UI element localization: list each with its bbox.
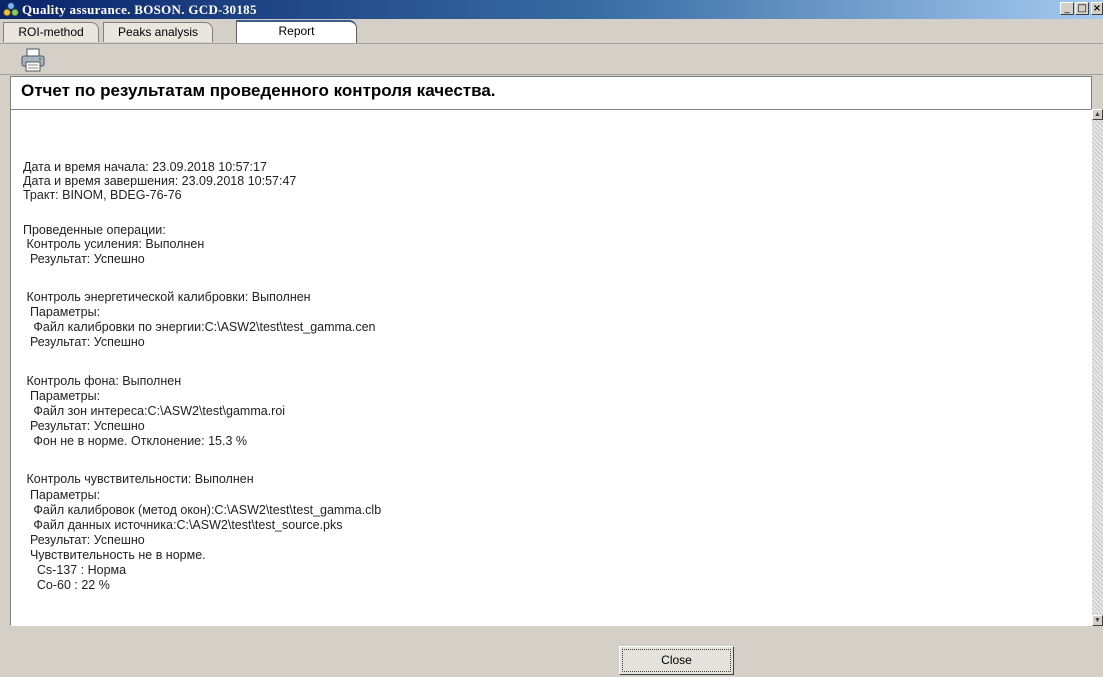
report-line-energy-file: Файл калибровки по энергии:C:\ASW2\test\… (23, 320, 376, 334)
tab-peaks-analysis[interactable]: Peaks analysis (103, 22, 213, 42)
report-view[interactable]: Дата и время начала: 23.09.2018 10:57:17… (10, 109, 1092, 626)
close-button[interactable]: Close (619, 646, 734, 675)
report-line-sensitivity-result: Результат: Успешно (23, 533, 145, 547)
scroll-down-icon[interactable]: ▼ (1092, 615, 1103, 626)
report-line-background-file: Файл зон интереса:C:\ASW2\test\gamma.roi (23, 404, 286, 418)
report-line-sensitivity-check: Контроль чувствительности: Выполнен (23, 472, 254, 486)
title-bar[interactable]: Quality assurance. BOSON. GCD-30185 _ □ … (0, 0, 1103, 19)
report-line-sensitivity-clb-file: Файл калибровок (метод окон):C:\ASW2\tes… (23, 503, 382, 517)
report-line-sensitivity-note: Чувствительность не в норме. (23, 548, 206, 562)
report-line-gain-check: Контроль усиления: Выполнен (23, 237, 205, 251)
toolbar (0, 44, 1103, 75)
scroll-up-icon[interactable]: ▲ (1092, 109, 1103, 120)
tab-report[interactable]: Report (236, 20, 357, 43)
report-line-background-deviation: Фон не в норме. Отклонение: 15.3 % (23, 434, 247, 448)
report-line-background-result: Результат: Успешно (23, 419, 145, 433)
report-line-sensitivity-params: Параметры: (23, 488, 101, 502)
app-icon (3, 2, 19, 17)
printer-icon[interactable] (20, 48, 46, 72)
window-title: Quality assurance. BOSON. GCD-30185 (22, 2, 257, 17)
footer: Close (0, 627, 1103, 677)
report-line-background-params: Параметры: (23, 389, 101, 403)
report-line-energy-check: Контроль энергетической калибровки: Выпо… (23, 290, 311, 304)
report-line-path: Тракт: BINOM, BDEG-76-76 (23, 188, 182, 202)
report-header: Отчет по результатам проведенного контро… (10, 76, 1092, 110)
report-line-energy-result: Результат: Успешно (23, 335, 145, 349)
report-line-end-time: Дата и время завершения: 23.09.2018 10:5… (23, 174, 297, 188)
report-line-energy-params: Параметры: (23, 305, 101, 319)
minimize-button[interactable]: _ (1060, 2, 1074, 15)
report-line-sensitivity-pks-file: Файл данных источника:C:\ASW2\test\test_… (23, 518, 343, 532)
report-scrollbar[interactable]: ▲ ▼ (1092, 109, 1103, 626)
report-line-background-check: Контроль фона: Выполнен (23, 374, 182, 388)
report-line-cs137: Cs-137 : Норма (23, 563, 127, 577)
report-title: Отчет по результатам проведенного контро… (21, 81, 496, 100)
report-line-start-time: Дата и время начала: 23.09.2018 10:57:17 (23, 160, 267, 174)
tab-strip: ROI-method Peaks analysis Report (0, 19, 1103, 44)
report-line-operations: Проведенные операции: (23, 223, 166, 237)
close-window-button[interactable]: × (1091, 2, 1103, 15)
tab-roi-method[interactable]: ROI-method (3, 22, 99, 42)
report-line-co60: Co-60 : 22 % (23, 578, 110, 592)
maximize-button[interactable]: □ (1075, 2, 1089, 15)
report-line-gain-result: Результат: Успешно (23, 252, 145, 266)
